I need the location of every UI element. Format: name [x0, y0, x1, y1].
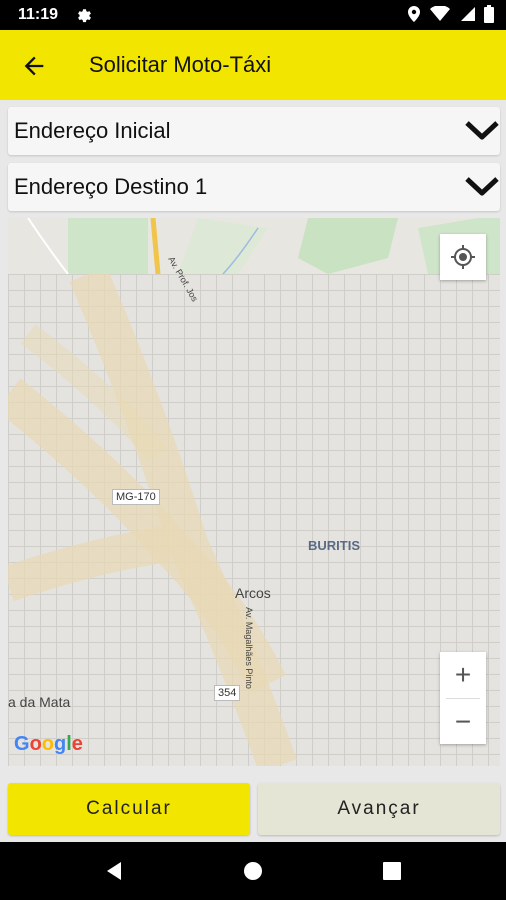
back-arrow-icon[interactable]: [20, 52, 48, 80]
chevron-down-icon[interactable]: [464, 119, 500, 143]
map-view[interactable]: Av. Prof. Jos MG-170 BURITIS Arcos Av. M…: [8, 218, 500, 766]
map-roads: [8, 274, 297, 766]
nav-back-icon[interactable]: [104, 861, 124, 881]
calculate-button[interactable]: Calcular: [8, 783, 250, 835]
signal-icon: [461, 7, 475, 21]
map-top-strip: [8, 218, 500, 275]
nav-recents-icon[interactable]: [383, 862, 401, 880]
map-grid-area: [8, 274, 500, 766]
map-label-street: Av. Magalhães Pinto: [243, 607, 254, 689]
system-nav-bar: [0, 842, 506, 900]
crosshair-icon: [451, 245, 475, 269]
zoom-out-button[interactable]: −: [440, 699, 486, 744]
map-label-city: Arcos: [235, 585, 271, 601]
location-icon: [408, 6, 420, 22]
chevron-down-icon[interactable]: [464, 175, 500, 199]
app-bar: Solicitar Moto-Táxi: [0, 30, 506, 100]
destination-address-field[interactable]: Endereço Destino 1: [8, 163, 500, 211]
map-label-town: a da Mata: [8, 694, 71, 710]
map-terrain: [8, 218, 500, 275]
page-title: Solicitar Moto-Táxi: [89, 52, 272, 77]
status-time: 11:19: [18, 6, 59, 23]
nav-home-icon[interactable]: [243, 861, 263, 881]
google-logo: Google: [14, 733, 83, 755]
zoom-in-button[interactable]: +: [440, 652, 486, 698]
my-location-button[interactable]: [440, 234, 486, 280]
start-address-field[interactable]: Endereço Inicial: [8, 107, 500, 155]
next-button[interactable]: Avançar: [258, 783, 500, 835]
map-label-route: 354: [214, 685, 241, 701]
start-address-label: Endereço Inicial: [14, 118, 171, 143]
map-label-road-code: MG-170: [112, 489, 160, 505]
status-bar: 11:19: [0, 0, 506, 30]
destination-address-label: Endereço Destino 1: [14, 174, 208, 199]
battery-icon: [484, 5, 494, 23]
wifi-icon: [430, 6, 450, 21]
main-content: Endereço Inicial Endereço Destino 1 Av. …: [0, 100, 506, 842]
map-label-neighborhood: BURITIS: [308, 538, 360, 553]
gear-icon: [78, 9, 91, 23]
zoom-controls: + −: [440, 652, 486, 744]
